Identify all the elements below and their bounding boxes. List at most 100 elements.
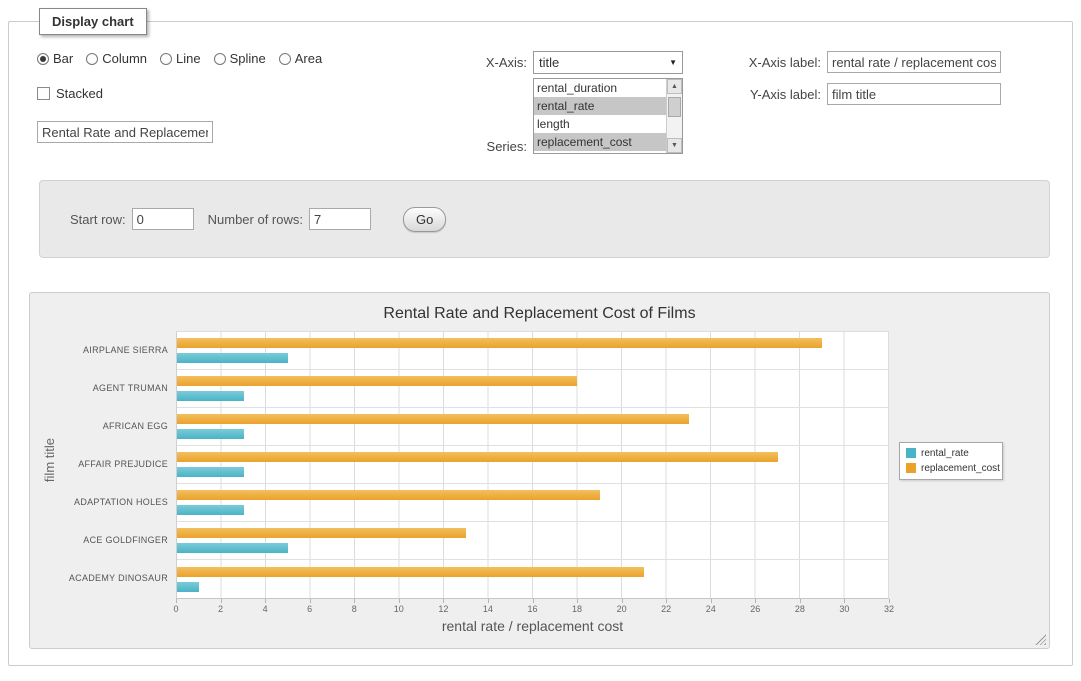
display-chart-fieldset: Display chart Bar Column Line Spline Area St… xyxy=(8,8,1073,666)
radio-column[interactable]: Column xyxy=(86,51,147,66)
go-button[interactable]: Go xyxy=(403,207,446,232)
legend-item-replacement_cost[interactable]: replacement_cost xyxy=(906,463,996,474)
tick-label: 2 xyxy=(218,604,223,614)
tick-label: 4 xyxy=(263,604,268,614)
radio-circle[interactable] xyxy=(279,53,291,65)
bar-rental_rate[interactable] xyxy=(177,543,288,553)
radio-circle[interactable] xyxy=(86,53,98,65)
category-label: AFFAIR PREJUDICE xyxy=(60,445,176,483)
series-row: Series: rental_durationrental_ratelength… xyxy=(469,78,737,154)
y-axis-title: film title xyxy=(42,438,57,482)
resize-handle-icon[interactable] xyxy=(1035,634,1046,645)
tick-label: 28 xyxy=(795,604,805,614)
series-option-rental_duration[interactable]: rental_duration xyxy=(534,79,666,97)
tick-mark xyxy=(533,599,534,603)
radio-line[interactable]: Line xyxy=(160,51,201,66)
tick-mark xyxy=(265,599,266,603)
scroll-down-icon[interactable]: ▼ xyxy=(667,138,682,153)
radio-bar[interactable]: Bar xyxy=(37,51,73,66)
bar-replacement_cost[interactable] xyxy=(177,376,577,386)
category-label: ACE GOLDFINGER xyxy=(60,521,176,559)
bar-group xyxy=(177,484,889,522)
chart-legend: rental_rate replacement_cost xyxy=(899,442,1003,480)
radio-label: Bar xyxy=(53,51,73,66)
bar-replacement_cost[interactable] xyxy=(177,338,822,348)
tick-label: 22 xyxy=(661,604,671,614)
tick-mark xyxy=(711,599,712,603)
scroll-up-icon[interactable]: ▲ xyxy=(667,79,682,94)
series-multiselect[interactable]: rental_durationrental_ratelengthreplacem… xyxy=(533,78,683,154)
axis-labels-column: X-Axis label: Y-Axis label: xyxy=(737,41,1052,154)
tick-label: 30 xyxy=(839,604,849,614)
scrollbar-track[interactable] xyxy=(667,94,682,138)
tick-label: 0 xyxy=(173,604,178,614)
tick-label: 18 xyxy=(572,604,582,614)
stacked-checkbox[interactable] xyxy=(37,87,50,100)
bar-rental_rate[interactable] xyxy=(177,353,288,363)
rows-panel: Start row: Number of rows: Go xyxy=(39,180,1050,258)
radio-area[interactable]: Area xyxy=(279,51,322,66)
tick-mark xyxy=(443,599,444,603)
x-axis-row: X-Axis: title ▼ xyxy=(469,51,737,74)
tick-mark xyxy=(176,599,177,603)
x-axis-title: rental rate / replacement cost xyxy=(176,618,889,634)
tick-mark xyxy=(844,599,845,603)
x-axis-select[interactable]: title ▼ xyxy=(533,51,683,74)
radio-circle[interactable] xyxy=(160,53,172,65)
radio-circle[interactable] xyxy=(37,53,49,65)
chevron-down-icon: ▼ xyxy=(669,58,677,67)
bar-rental_rate[interactable] xyxy=(177,391,244,401)
radio-label: Spline xyxy=(230,51,266,66)
radio-spline[interactable]: Spline xyxy=(214,51,266,66)
display-chart-legend: Display chart xyxy=(39,8,147,35)
tick-label: 12 xyxy=(438,604,448,614)
stacked-label: Stacked xyxy=(56,86,103,101)
bar-group xyxy=(177,560,889,598)
tick-mark xyxy=(755,599,756,603)
bar-rental_rate[interactable] xyxy=(177,582,199,592)
tick-mark xyxy=(310,599,311,603)
series-options-list: rental_durationrental_ratelengthreplacem… xyxy=(534,79,666,153)
tick-label: 8 xyxy=(352,604,357,614)
start-row-input[interactable] xyxy=(132,208,194,230)
bar-group xyxy=(177,522,889,560)
start-row-label: Start row: xyxy=(70,212,126,227)
tick-label: 20 xyxy=(617,604,627,614)
radio-label: Line xyxy=(176,51,201,66)
plot-wrap: AIRPLANE SIERRAAGENT TRUMANAFRICAN EGGAF… xyxy=(60,331,889,599)
chart-type-column: Bar Column Line Spline Area Stacked xyxy=(29,41,469,154)
series-option-rental_rate[interactable]: rental_rate xyxy=(534,97,666,115)
chart-controls: Bar Column Line Spline Area Stacked X-Axis: … xyxy=(29,41,1052,154)
num-rows-input[interactable] xyxy=(309,208,371,230)
bar-replacement_cost[interactable] xyxy=(177,414,689,424)
series-option-length[interactable]: length xyxy=(534,115,666,133)
num-rows-label: Number of rows: xyxy=(208,212,303,227)
y-axis-label-text: Y-Axis label: xyxy=(737,87,821,102)
tick-mark xyxy=(488,599,489,603)
scrollbar-thumb[interactable] xyxy=(668,97,681,117)
tick-mark xyxy=(666,599,667,603)
axis-series-column: X-Axis: title ▼ Series: rental_durationr… xyxy=(469,41,737,154)
series-option-replacement_cost[interactable]: replacement_cost xyxy=(534,133,666,151)
tick-mark xyxy=(221,599,222,603)
chart-body: film title AIRPLANE SIERRAAGENT TRUMANAF… xyxy=(38,331,1041,634)
tick-mark xyxy=(399,599,400,603)
x-axis-label-input[interactable] xyxy=(827,51,1001,73)
bar-replacement_cost[interactable] xyxy=(177,452,778,462)
bar-rental_rate[interactable] xyxy=(177,429,244,439)
legend-item-rental_rate[interactable]: rental_rate xyxy=(906,448,996,459)
y-axis-label-input[interactable] xyxy=(827,83,1001,105)
bar-rental_rate[interactable] xyxy=(177,505,244,515)
chart-main: AIRPLANE SIERRAAGENT TRUMANAFRICAN EGGAF… xyxy=(60,331,889,634)
series-field-label: Series: xyxy=(469,139,527,154)
bar-replacement_cost[interactable] xyxy=(177,567,644,577)
tick-label: 32 xyxy=(884,604,894,614)
bar-rental_rate[interactable] xyxy=(177,467,244,477)
bar-group xyxy=(177,408,889,446)
scrollbar[interactable]: ▲ ▼ xyxy=(666,79,682,153)
bar-replacement_cost[interactable] xyxy=(177,528,466,538)
radio-circle[interactable] xyxy=(214,53,226,65)
chart-title-input[interactable] xyxy=(37,121,213,143)
stacked-option[interactable]: Stacked xyxy=(37,86,469,101)
bar-replacement_cost[interactable] xyxy=(177,490,600,500)
